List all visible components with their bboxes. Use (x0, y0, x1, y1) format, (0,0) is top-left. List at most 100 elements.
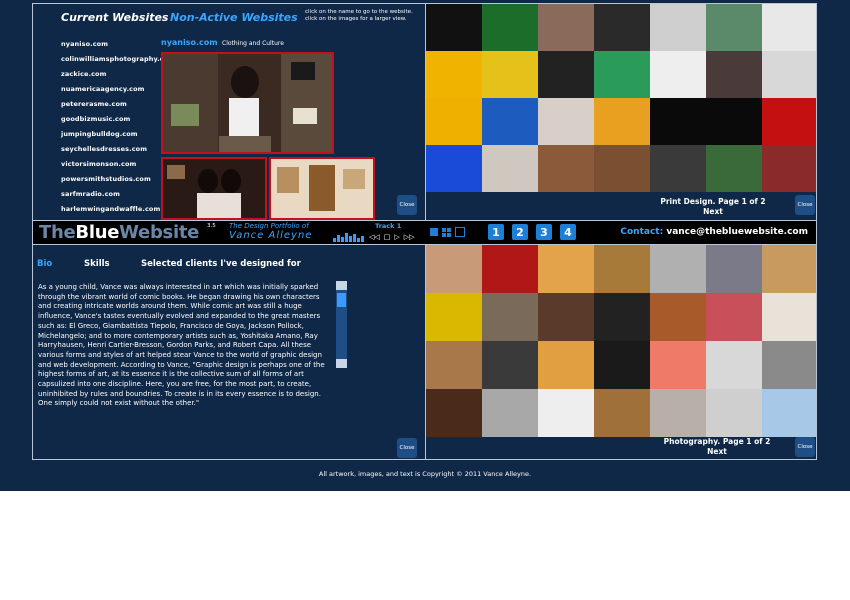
photo-thumbnail[interactable] (426, 293, 482, 341)
photo-thumbnail[interactable] (762, 389, 816, 437)
photo-thumbnail[interactable] (706, 245, 762, 293)
tab-nonactive-websites[interactable]: Non-Active Websites (170, 11, 298, 24)
photo-thumbnail[interactable] (426, 341, 482, 389)
site-link[interactable]: seychellesdresses.com (61, 145, 147, 153)
photo-thumbnail[interactable] (650, 245, 706, 293)
photo-thumbnail[interactable] (650, 389, 706, 437)
print-thumbnail[interactable] (482, 4, 538, 51)
photo-close-button[interactable]: Close (795, 437, 815, 457)
bio-close-button[interactable]: Close (397, 438, 417, 458)
print-thumbnail[interactable] (650, 145, 706, 192)
print-thumbnail[interactable] (426, 98, 482, 145)
photo-thumbnail[interactable] (538, 341, 594, 389)
photo-thumbnail[interactable] (538, 293, 594, 341)
print-thumbnail[interactable] (762, 98, 816, 145)
site-link[interactable]: nuamericaagency.com (61, 85, 145, 93)
print-thumbnail[interactable] (762, 4, 816, 51)
photo-thumbnail[interactable] (538, 245, 594, 293)
site-link[interactable]: powersmithstudios.com (61, 175, 151, 183)
photo-next-link[interactable]: Next (652, 447, 782, 457)
print-thumbnail[interactable] (594, 98, 650, 145)
photo-thumbnail[interactable] (650, 293, 706, 341)
site-link[interactable]: victorsimonson.com (61, 160, 136, 168)
bio-scrollbar[interactable] (336, 281, 347, 368)
featured-screenshot-main[interactable] (161, 52, 334, 154)
print-thumbnail[interactable] (482, 98, 538, 145)
websites-close-button[interactable]: Close (397, 195, 417, 215)
grid-view-icon[interactable] (442, 227, 451, 237)
featured-screenshot-thumb-1[interactable] (161, 157, 267, 220)
photo-thumbnail[interactable] (594, 389, 650, 437)
photo-thumbnail[interactable] (762, 245, 816, 293)
blank-view-icon[interactable] (455, 227, 465, 237)
print-thumbnail[interactable] (426, 51, 482, 98)
print-thumbnail[interactable] (650, 51, 706, 98)
photo-thumbnail[interactable] (482, 245, 538, 293)
photo-thumbnail[interactable] (426, 245, 482, 293)
site-link[interactable]: colinwilliamsphotography.com (61, 55, 175, 63)
photo-thumbnail[interactable] (538, 389, 594, 437)
print-thumbnail[interactable] (538, 51, 594, 98)
site-link[interactable]: goodbizmusic.com (61, 115, 130, 123)
site-link[interactable]: zackice.com (61, 70, 107, 78)
site-link[interactable]: nyaniso.com (61, 40, 108, 48)
print-thumbnail[interactable] (594, 145, 650, 192)
site-link[interactable]: harlemwingandwaffle.com (61, 205, 160, 213)
prev-track-icon[interactable]: ◁◁ (369, 233, 380, 241)
scroll-up-icon[interactable] (336, 281, 347, 290)
next-track-icon[interactable]: ▷▷ (404, 233, 415, 241)
print-thumbnail[interactable] (650, 98, 706, 145)
single-view-icon[interactable] (430, 228, 438, 236)
tab-current-websites[interactable]: Current Websites (61, 11, 168, 24)
photo-thumbnail[interactable] (594, 293, 650, 341)
print-thumbnail[interactable] (538, 4, 594, 51)
photo-thumbnail[interactable] (594, 245, 650, 293)
print-thumbnail[interactable] (538, 98, 594, 145)
stop-icon[interactable]: □ (384, 233, 391, 241)
print-thumbnail[interactable] (706, 98, 762, 145)
print-thumbnail[interactable] (706, 145, 762, 192)
print-thumbnail[interactable] (594, 51, 650, 98)
print-thumbnail[interactable] (762, 145, 816, 192)
photo-thumbnail[interactable] (762, 341, 816, 389)
print-thumbnail[interactable] (426, 4, 482, 51)
print-thumbnail[interactable] (706, 51, 762, 98)
site-link[interactable]: sarfmradio.com (61, 190, 120, 198)
tab-clients[interactable]: Selected clients I've designed for (141, 259, 301, 269)
tab-bio[interactable]: Bio (37, 259, 52, 269)
scroll-down-icon[interactable] (336, 359, 347, 368)
print-thumbnail[interactable] (762, 51, 816, 98)
page-button-1[interactable]: 1 (488, 224, 504, 240)
photo-thumbnail[interactable] (594, 341, 650, 389)
site-link[interactable]: jumpingbulldog.com (61, 130, 138, 138)
print-thumbnail[interactable] (650, 4, 706, 51)
print-close-button[interactable]: Close (795, 195, 815, 215)
print-thumbnail[interactable] (594, 4, 650, 51)
play-icon[interactable]: ▷ (394, 233, 399, 241)
print-thumbnail[interactable] (482, 51, 538, 98)
photo-thumbnail[interactable] (482, 341, 538, 389)
page-button-3[interactable]: 3 (536, 224, 552, 240)
photo-thumbnail[interactable] (482, 389, 538, 437)
contact-email-link[interactable]: vance@thebluewebsite.com (666, 227, 808, 237)
print-thumbnail[interactable] (482, 145, 538, 192)
site-logo[interactable]: TheBlueWebsite (39, 222, 199, 243)
photo-thumbnail[interactable] (762, 293, 816, 341)
featured-screenshot-thumb-2[interactable] (269, 157, 375, 220)
print-thumbnail[interactable] (706, 4, 762, 51)
featured-site-name[interactable]: nyaniso.com (161, 38, 218, 47)
site-link[interactable]: petererasme.com (61, 100, 127, 108)
photo-thumbnail[interactable] (482, 293, 538, 341)
photo-thumbnail[interactable] (426, 389, 482, 437)
print-thumbnail[interactable] (426, 145, 482, 192)
tab-skills[interactable]: Skills (84, 259, 110, 269)
photo-thumbnail[interactable] (706, 293, 762, 341)
print-thumbnail[interactable] (538, 145, 594, 192)
photo-thumbnail[interactable] (706, 389, 762, 437)
print-next-link[interactable]: Next (648, 207, 778, 217)
scroll-thumb[interactable] (337, 293, 346, 307)
page-button-2[interactable]: 2 (512, 224, 528, 240)
photo-thumbnail[interactable] (706, 341, 762, 389)
photo-thumbnail[interactable] (650, 341, 706, 389)
page-button-4[interactable]: 4 (560, 224, 576, 240)
